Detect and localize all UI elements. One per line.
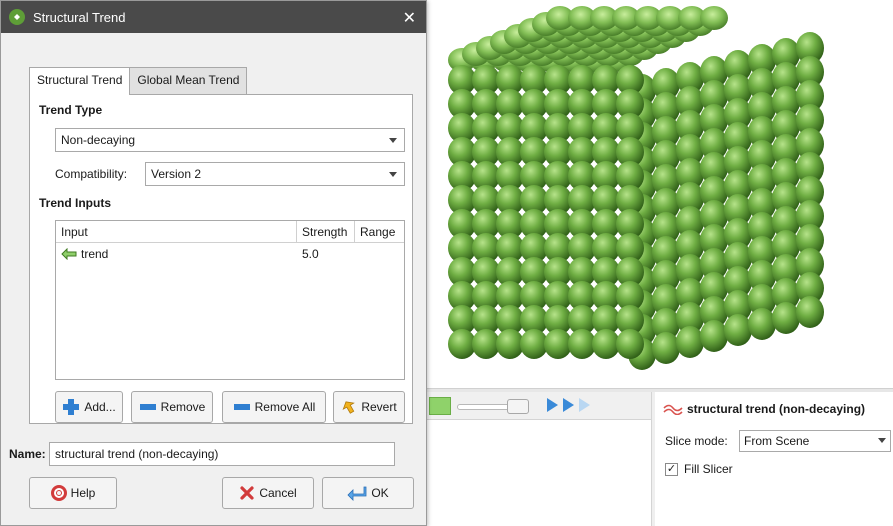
lifebuoy-icon xyxy=(50,485,67,501)
cancel-x-icon xyxy=(239,485,255,501)
input-name: trend xyxy=(81,247,109,261)
column-header-input[interactable]: Input xyxy=(56,221,297,242)
trend-arrow-icon xyxy=(61,248,77,260)
slice-mode-select[interactable]: From Scene xyxy=(739,430,891,452)
column-header-range[interactable]: Range xyxy=(355,221,404,242)
revert-label: Revert xyxy=(361,400,397,414)
dialog-tabs: Structural Trend Global Mean Trend xyxy=(29,67,248,95)
help-label: Help xyxy=(70,486,96,500)
name-row: Name: structural trend (non-decaying) xyxy=(9,442,395,466)
slice-mode-value: From Scene xyxy=(744,434,810,448)
close-icon[interactable]: ✕ xyxy=(403,8,416,28)
sphere xyxy=(568,329,596,359)
properties-title: structural trend (non-decaying) xyxy=(663,402,865,416)
sphere xyxy=(520,329,548,359)
sphere xyxy=(616,329,644,359)
minus-icon xyxy=(139,402,157,412)
scene-view[interactable] xyxy=(427,0,893,390)
trend-type-value: Non-decaying xyxy=(61,133,136,147)
enter-arrow-icon xyxy=(347,485,367,501)
remove-label: Remove xyxy=(160,400,206,414)
dialog-titlebar[interactable]: Structural Trend ✕ xyxy=(1,1,426,33)
play-end-icon[interactable] xyxy=(579,398,590,412)
trend-layers-icon xyxy=(663,404,683,415)
cancel-label: Cancel xyxy=(259,486,297,500)
play-forward-icon[interactable] xyxy=(563,398,574,412)
fill-slicer-checkbox[interactable]: ✓ xyxy=(665,462,678,476)
cancel-button[interactable]: Cancel xyxy=(222,477,314,509)
sphere-block-render xyxy=(448,6,824,370)
structural-trend-dialog: Structural Trend ✕ Structural Trend Glob… xyxy=(0,0,427,526)
playback-toolbar xyxy=(427,392,653,420)
name-field[interactable]: structural trend (non-decaying) xyxy=(49,442,395,466)
trend-type-select[interactable]: Non-decaying xyxy=(55,128,405,152)
sphere xyxy=(700,6,728,30)
revert-arrow-icon xyxy=(341,399,357,415)
compatibility-label: Compatibility: xyxy=(55,167,128,181)
ok-label: OK xyxy=(371,486,389,500)
tab-global-mean-trend[interactable]: Global Mean Trend xyxy=(129,67,248,94)
chevron-down-icon xyxy=(389,172,397,177)
sphere xyxy=(472,329,500,359)
tab-structural-trend[interactable]: Structural Trend xyxy=(29,67,131,95)
sphere xyxy=(796,296,824,328)
trend-inputs-table[interactable]: Input Strength Range trend 5.0 xyxy=(55,220,405,380)
add-label: Add... xyxy=(84,400,116,414)
compatibility-value: Version 2 xyxy=(151,167,202,181)
name-label: Name: xyxy=(9,447,46,461)
sphere xyxy=(700,320,728,352)
play-icon[interactable] xyxy=(547,398,558,412)
bottom-pane xyxy=(427,420,653,526)
sphere xyxy=(496,329,524,359)
table-row[interactable]: trend 5.0 xyxy=(56,243,404,265)
minus-icon xyxy=(233,402,251,412)
properties-panel: structural trend (non-decaying) Slice mo… xyxy=(655,392,893,526)
chevron-down-icon xyxy=(389,138,397,143)
trend-inputs-heading: Trend Inputs xyxy=(39,196,111,210)
slice-mode-label: Slice mode: xyxy=(665,434,728,448)
remove-button[interactable]: Remove xyxy=(131,391,213,423)
sphere xyxy=(544,329,572,359)
speed-slider-thumb[interactable] xyxy=(507,399,529,414)
plus-icon xyxy=(62,398,80,416)
fill-slicer-label: Fill Slicer xyxy=(684,462,733,476)
trend-type-heading: Trend Type xyxy=(39,103,103,117)
properties-title-text: structural trend (non-decaying) xyxy=(687,402,866,416)
ok-button[interactable]: OK xyxy=(322,477,414,509)
sphere xyxy=(724,314,752,346)
fill-slicer-row[interactable]: ✓ Fill Slicer xyxy=(665,462,733,476)
sphere xyxy=(748,308,776,340)
column-header-strength[interactable]: Strength xyxy=(297,221,355,242)
dialog-title: Structural Trend xyxy=(33,9,126,25)
sphere xyxy=(652,332,680,364)
structural-trend-panel: Trend Type Non-decaying Compatibility: V… xyxy=(29,94,413,424)
input-cell: trend xyxy=(56,243,297,265)
strength-cell: 5.0 xyxy=(302,247,319,261)
app-logo-icon xyxy=(9,9,25,25)
add-button[interactable]: Add... xyxy=(55,391,123,423)
range-cell xyxy=(355,243,404,265)
chevron-down-icon xyxy=(878,438,886,443)
green-toggle-button[interactable] xyxy=(429,397,451,415)
sphere xyxy=(676,326,704,358)
remove-all-label: Remove All xyxy=(254,400,316,414)
table-header: Input Strength Range xyxy=(56,221,404,243)
compatibility-select[interactable]: Version 2 xyxy=(145,162,405,186)
revert-button[interactable]: Revert xyxy=(333,391,405,423)
sphere xyxy=(448,329,476,359)
sphere xyxy=(592,329,620,359)
sphere xyxy=(772,302,800,334)
remove-all-button[interactable]: Remove All xyxy=(222,391,326,423)
help-button[interactable]: Help xyxy=(29,477,117,509)
